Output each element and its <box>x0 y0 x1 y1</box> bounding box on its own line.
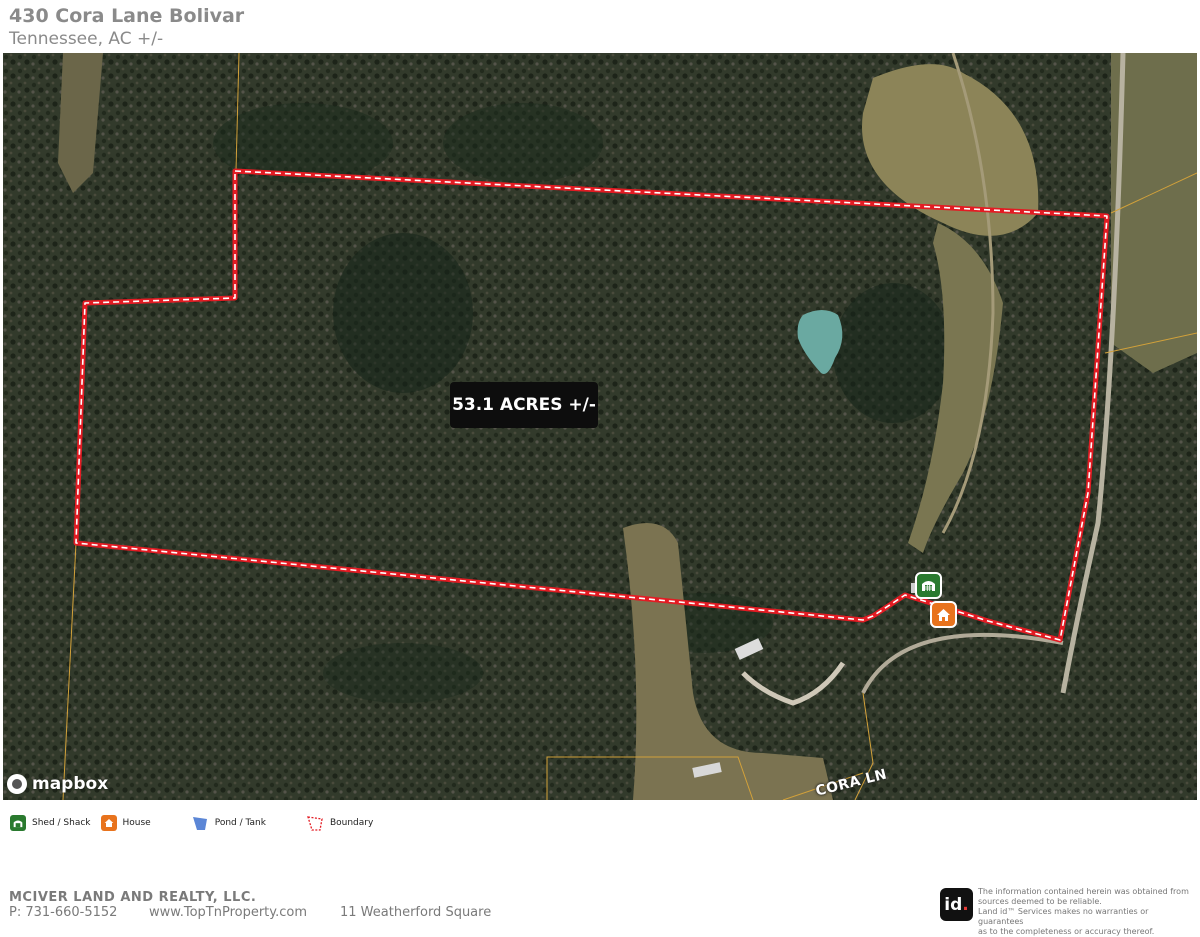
satellite-imagery <box>3 53 1197 800</box>
disclaimer-line: The information contained herein was obt… <box>978 887 1189 896</box>
company-name: MCIVER LAND AND REALTY, LLC. <box>9 890 257 905</box>
shed-icon <box>10 815 26 831</box>
legend-label-house: House <box>122 818 151 828</box>
legend-item-shed: Shed / Shack <box>10 815 91 831</box>
mapbox-icon <box>7 774 27 794</box>
house-icon <box>937 608 950 621</box>
disclaimer-line: sources deemed to be reliable. <box>978 897 1102 906</box>
acreage-label: 53.1 ACRES +/- <box>450 382 598 428</box>
header: 430 Cora Lane Bolivar Tennessee, AC +/- <box>9 4 244 50</box>
legend-label-shed: Shed / Shack <box>32 818 91 828</box>
house-icon <box>100 815 117 831</box>
page-title: 430 Cora Lane Bolivar <box>9 5 245 27</box>
company-website[interactable]: www.TopTnProperty.com <box>149 905 307 920</box>
legend-item-house: House <box>100 815 151 831</box>
landid-logo-dot: . <box>962 894 969 915</box>
satellite-map[interactable]: 53.1 ACRES +/- CORA LN mapbox 0 200 400 … <box>3 53 1197 800</box>
disclaimer-line: as to the completeness or accuracy there… <box>978 927 1155 936</box>
legend-item-pond: Pond / Tank <box>191 815 266 831</box>
legend-item-boundary: Boundary <box>306 815 373 831</box>
shed-marker[interactable] <box>915 572 942 599</box>
landid-logo-text: id <box>944 894 963 915</box>
pond-icon <box>192 817 207 830</box>
mapbox-logo[interactable]: mapbox <box>7 774 108 794</box>
disclaimer-line: Land id™ Services makes no warranties or… <box>978 907 1149 926</box>
map-legend: Shed / Shack House Pond / Tank Boundary <box>10 815 373 831</box>
house-marker[interactable] <box>930 601 957 628</box>
boundary-icon <box>307 816 323 831</box>
company-address: 11 Weatherford Square <box>340 905 492 920</box>
landid-logo[interactable]: id. <box>940 888 973 921</box>
legend-label-boundary: Boundary <box>329 818 374 828</box>
mapbox-attribution: mapbox <box>32 774 109 794</box>
company-phone: P: 731-660-5152 <box>9 905 118 920</box>
page-subtitle: Tennessee, AC +/- <box>9 29 164 49</box>
legend-label-pond: Pond / Tank <box>214 818 266 828</box>
disclaimer: The information contained herein was obt… <box>978 887 1193 937</box>
shed-icon <box>922 581 935 591</box>
